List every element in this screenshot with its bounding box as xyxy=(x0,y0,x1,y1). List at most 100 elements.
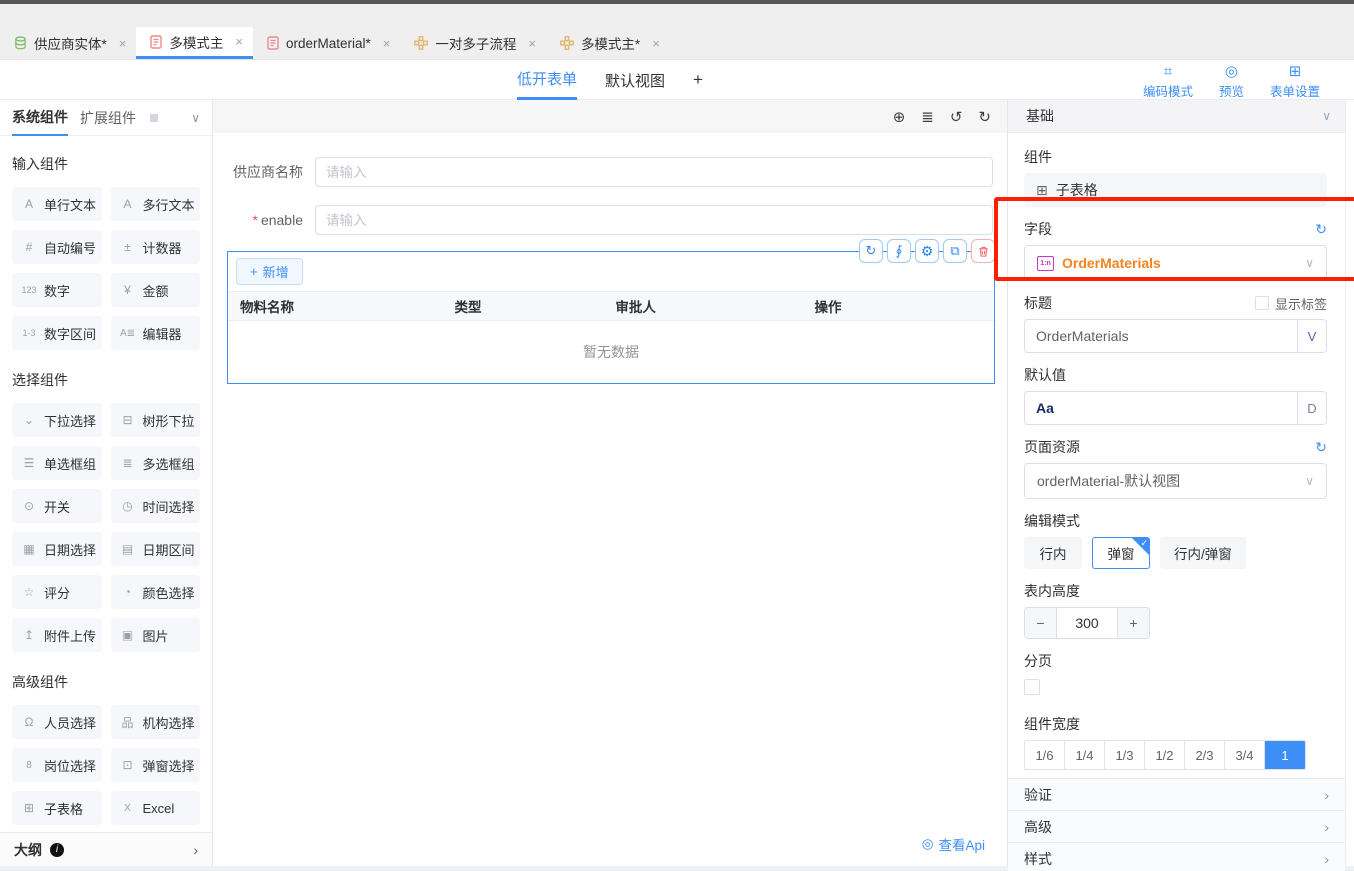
component-multi-line-text[interactable]: A多行文本 xyxy=(111,187,201,221)
component-color-picker[interactable]: ◔颜色选择 xyxy=(111,575,201,609)
code-mode-button[interactable]: ⌗ 编码模式 xyxy=(1143,64,1193,100)
component-date-range[interactable]: ▤日期区间 xyxy=(111,532,201,566)
component-post-select[interactable]: 8岗位选择 xyxy=(12,748,102,782)
title-variable-button[interactable]: V xyxy=(1297,319,1327,353)
show-label-checkbox[interactable] xyxy=(1255,296,1269,310)
component-radio-group[interactable]: ☰ 单选框组 xyxy=(12,446,102,480)
supplier-name-input[interactable] xyxy=(315,157,993,187)
delete-icon[interactable] xyxy=(971,239,995,263)
width-option-3-4[interactable]: 3/4 xyxy=(1225,741,1265,769)
component-label: 自动编号 xyxy=(44,238,96,257)
refresh-icon[interactable]: ↻ xyxy=(1315,221,1327,238)
title-input[interactable] xyxy=(1024,319,1297,353)
globe-icon[interactable]: ⊕ xyxy=(893,108,906,126)
refresh-icon[interactable]: ↻ xyxy=(1315,439,1327,456)
increment-button[interactable]: + xyxy=(1118,608,1149,638)
date-picker-icon: ▦ xyxy=(21,542,37,556)
link-icon[interactable]: ∮ xyxy=(887,239,911,263)
component-attachment-upload[interactable]: ↥附件上传 xyxy=(12,618,102,652)
file-tab-multi-mode-main-2[interactable]: 多模式主* × xyxy=(546,27,670,59)
section-header-basic[interactable]: 基础 ∨ xyxy=(1008,100,1345,133)
component-label: 单选框组 xyxy=(44,454,96,473)
field-select[interactable]: 1:n OrderMaterials ∨ xyxy=(1024,245,1327,281)
component-counter[interactable]: ±计数器 xyxy=(111,230,201,264)
undo-icon[interactable]: ↺ xyxy=(950,108,963,126)
component-width-label: 组件宽度 xyxy=(1024,714,1080,734)
close-icon[interactable]: × xyxy=(652,36,660,51)
component-checkbox-group[interactable]: ≣多选框组 xyxy=(111,446,201,480)
preview-button[interactable]: ◎ 预览 xyxy=(1219,64,1244,100)
pagination-checkbox[interactable] xyxy=(1024,679,1040,695)
default-value-mode-button[interactable]: D xyxy=(1297,391,1327,425)
page-resource-select[interactable]: orderMaterial-默认视图 ∨ xyxy=(1024,463,1327,499)
component-date-picker[interactable]: ▦日期选择 xyxy=(12,532,102,566)
view-tab-lowcode-form[interactable]: 低开表单 xyxy=(517,60,577,100)
width-option-1-3[interactable]: 1/3 xyxy=(1105,741,1145,769)
view-header: 低开表单 默认视图 + ⌗ 编码模式 ◎ 预览 ⊞ 表单设置 xyxy=(0,60,1354,100)
component-rating[interactable]: ☆评分 xyxy=(12,575,102,609)
component-number[interactable]: 123数字 xyxy=(12,273,102,307)
component-editor[interactable]: A≣编辑器 xyxy=(111,316,201,350)
tab-extension-components[interactable]: 扩展组件 xyxy=(80,100,136,136)
outline-footer[interactable]: 大纲 i › xyxy=(0,832,212,866)
width-option-1-6[interactable]: 1/6 xyxy=(1025,741,1065,769)
width-option-1-2[interactable]: 1/2 xyxy=(1145,741,1185,769)
component-switch[interactable]: ⊙开关 xyxy=(12,489,102,523)
close-icon[interactable]: × xyxy=(235,34,243,49)
width-option-2-3[interactable]: 2/3 xyxy=(1185,741,1225,769)
enable-input[interactable] xyxy=(315,205,993,235)
file-tab-order-material[interactable]: orderMaterial* × xyxy=(253,27,400,59)
close-icon[interactable]: × xyxy=(528,36,536,51)
sync-icon[interactable]: ↻ xyxy=(859,239,883,263)
component-excel[interactable]: XExcel xyxy=(111,791,201,825)
table-height-value[interactable]: 300 xyxy=(1056,608,1118,638)
component-tree-dropdown[interactable]: ⊟树形下拉 xyxy=(111,403,201,437)
component-label: 机构选择 xyxy=(143,713,195,732)
view-tab-default-view[interactable]: 默认视图 xyxy=(605,60,665,100)
database-icon xyxy=(14,36,27,50)
outline-tree-icon[interactable]: ≣ xyxy=(921,108,934,126)
component-person-select[interactable]: Ω人员选择 xyxy=(12,705,102,739)
decrement-button[interactable]: − xyxy=(1025,608,1056,638)
edit-mode-option-inline[interactable]: 行内 xyxy=(1024,537,1082,569)
width-option-1-4[interactable]: 1/4 xyxy=(1065,741,1105,769)
section-header-validation[interactable]: 验证 › xyxy=(1008,778,1345,810)
file-tab-supplier-entity[interactable]: 供应商实体* × xyxy=(0,27,136,59)
section-header-advanced[interactable]: 高级 › xyxy=(1008,810,1345,842)
component-image[interactable]: ▣图片 xyxy=(111,618,201,652)
tab-system-components[interactable]: 系统组件 xyxy=(12,100,68,136)
gear-icon[interactable]: ⚙ xyxy=(915,239,939,263)
edit-mode-option-popup[interactable]: 弹窗 ✓ xyxy=(1092,537,1150,569)
column-header-type: 类型 xyxy=(442,292,603,320)
add-view-tab-button[interactable]: + xyxy=(693,70,703,90)
form-settings-button[interactable]: ⊞ 表单设置 xyxy=(1270,64,1320,100)
default-value-input[interactable] xyxy=(1024,391,1297,425)
section-header-style[interactable]: 样式 › xyxy=(1008,842,1345,871)
component-auto-number[interactable]: #自动编号 xyxy=(12,230,102,264)
component-org-select[interactable]: 品机构选择 xyxy=(111,705,201,739)
collapse-sidebar-icon[interactable]: ∨ xyxy=(191,111,200,125)
width-option-full[interactable]: 1 xyxy=(1265,741,1305,769)
edit-mode-option-inline-popup[interactable]: 行内/弹窗 xyxy=(1160,537,1246,569)
redo-icon[interactable]: ↻ xyxy=(978,108,991,126)
close-icon[interactable]: × xyxy=(383,36,391,51)
file-tab-multi-mode-main[interactable]: 多模式主 × xyxy=(136,27,253,59)
view-api-link[interactable]: ◎ 查看Api xyxy=(922,834,985,854)
image-icon: ▣ xyxy=(120,628,136,642)
file-tab-one-to-many-flow[interactable]: 一对多子流程 × xyxy=(400,27,546,59)
component-amount[interactable]: ¥金额 xyxy=(111,273,201,307)
form-settings-label: 表单设置 xyxy=(1270,81,1320,100)
component-single-line-text[interactable]: A单行文本 xyxy=(12,187,102,221)
copy-icon[interactable]: ⧉ xyxy=(943,239,967,263)
component-label: Excel xyxy=(143,801,175,816)
component-popup-select[interactable]: ⊡弹窗选择 xyxy=(111,748,201,782)
subtable-widget-selected[interactable]: ↻ ∮ ⚙ ⧉ +新增 物料名称 类型 审批人 操作 暂无 xyxy=(227,251,995,384)
chevron-right-icon[interactable]: › xyxy=(193,842,198,858)
component-number-range[interactable]: 1-3数字区间 xyxy=(12,316,102,350)
add-row-button[interactable]: +新增 xyxy=(236,258,303,285)
radio-group-icon: ☰ xyxy=(21,456,37,470)
close-icon[interactable]: × xyxy=(119,36,127,51)
component-dropdown-select[interactable]: ⌄下拉选择 xyxy=(12,403,102,437)
component-time-picker[interactable]: ◷时间选择 xyxy=(111,489,201,523)
component-subtable[interactable]: ⊞子表格 xyxy=(12,791,102,825)
